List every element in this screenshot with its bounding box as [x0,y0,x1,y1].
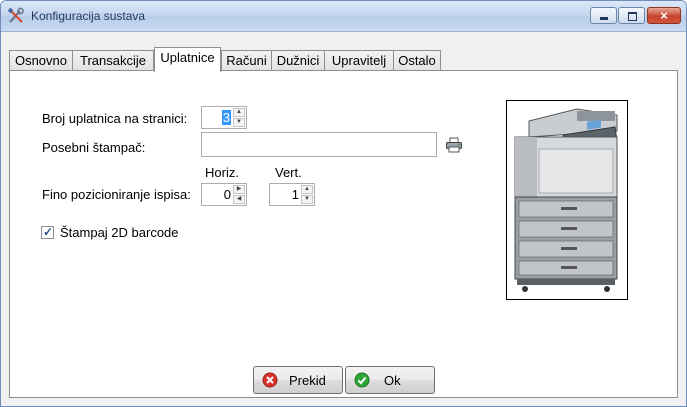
ok-button[interactable]: Ok [345,366,435,394]
tab-duznici[interactable]: Dužnici [271,50,325,70]
slips-per-page-spinner[interactable]: 3 ▲ ▼ [201,106,247,129]
minimize-button[interactable] [590,7,617,24]
vert-label: Vert. [275,165,302,180]
window-title: Konfiguracija sustava [31,9,146,23]
tab-uplatnice[interactable]: Uplatnice [154,47,221,72]
printer-input[interactable] [201,132,437,157]
vert-value[interactable]: 1 [292,187,299,202]
close-button[interactable]: × [647,7,681,24]
fine-positioning-label: Fino pozicioniranje ispisa: [42,187,191,202]
printer-image [506,100,628,300]
tab-racuni[interactable]: Računi [221,50,272,70]
vert-down-button[interactable]: ▼ [301,195,313,204]
copier-illustration [507,101,627,299]
horiz-left-button[interactable]: ◀ [233,195,245,204]
tab-ostalo[interactable]: Ostalo [393,50,441,70]
barcode-checkbox[interactable]: ✓ [41,225,54,239]
horiz-label: Horiz. [205,165,239,180]
config-window: Konfiguracija sustava × Osnovno Transakc… [0,0,687,407]
horiz-right-button[interactable]: ▶ [233,185,245,194]
slips-per-page-label: Broj uplatnica na stranici: [42,111,188,126]
close-icon: × [660,8,668,23]
cancel-icon [262,372,278,388]
check-icon [354,372,370,388]
barcode-label[interactable]: Štampaj 2D barcode [60,225,179,240]
maximize-button[interactable] [618,7,645,24]
tab-upravitelj[interactable]: Upravitelj [324,50,394,70]
vert-spinner[interactable]: 1 ▲ ▼ [269,183,315,206]
tools-icon [7,7,24,23]
cancel-button[interactable]: Prekid [253,366,343,394]
printer-icon[interactable] [445,137,463,153]
check-mark-icon: ✓ [43,225,54,239]
minimize-icon [600,17,608,20]
slips-per-page-value[interactable]: 3 [221,110,231,125]
maximize-icon [628,12,637,21]
vert-up-button[interactable]: ▲ [301,185,313,194]
tab-osnovno[interactable]: Osnovno [9,50,73,70]
horiz-value[interactable]: 0 [224,187,231,202]
printer-label: Posebni štampač: [42,140,146,155]
cancel-button-label: Prekid [289,373,326,388]
horiz-spinner[interactable]: 0 ▶ ◀ [201,183,247,206]
tab-transakcije[interactable]: Transakcije [72,50,154,70]
spinner-up-button[interactable]: ▲ [233,108,245,117]
title-bar[interactable]: Konfiguracija sustava × [1,1,686,32]
spinner-down-button[interactable]: ▼ [233,118,245,127]
ok-button-label: Ok [384,373,401,388]
